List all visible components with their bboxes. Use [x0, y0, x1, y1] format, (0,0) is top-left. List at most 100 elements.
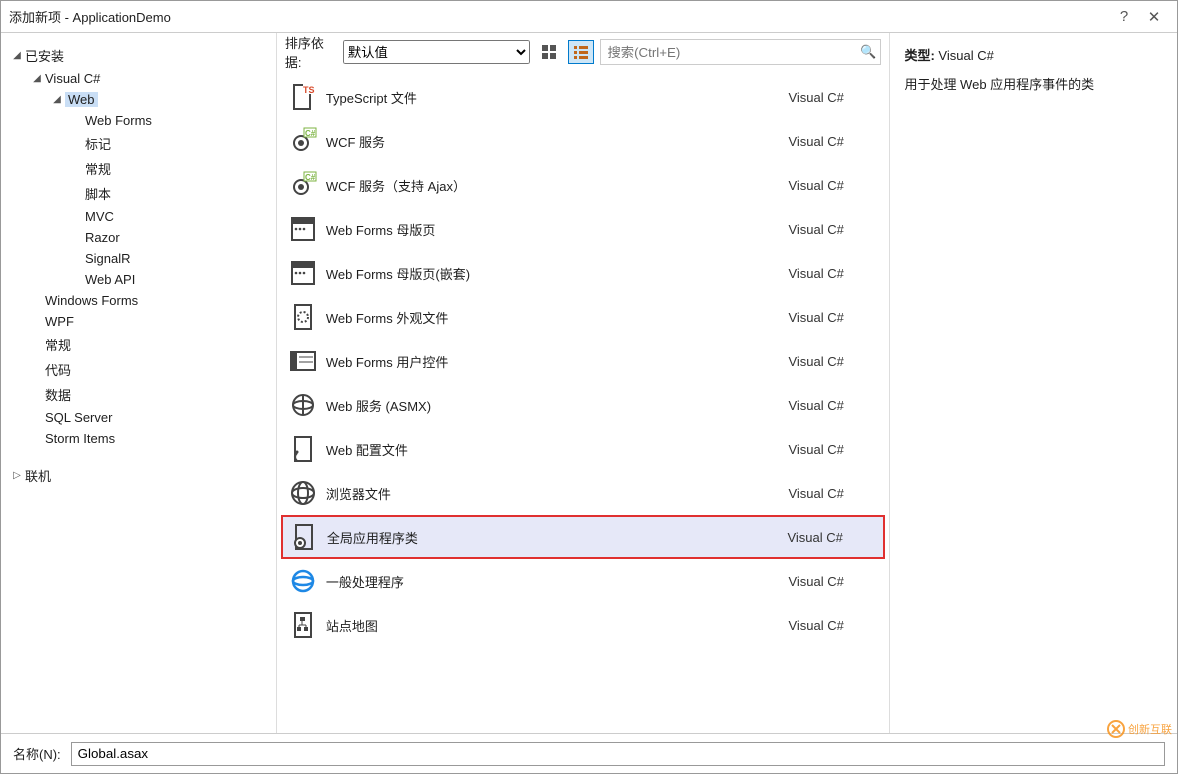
handler-icon — [288, 566, 318, 596]
tree-item[interactable]: Razor — [69, 227, 276, 248]
sort-dropdown[interactable]: 默认值 — [343, 40, 530, 64]
chevron-down-icon: ◢ — [9, 50, 25, 61]
template-language: Visual C# — [788, 266, 878, 281]
watermark: 创新互联 — [1107, 720, 1172, 738]
template-language: Visual C# — [788, 222, 878, 237]
template-language: Visual C# — [788, 486, 878, 501]
tree-item[interactable]: 代码 — [29, 357, 276, 382]
chevron-down-icon: ◢ — [29, 73, 45, 84]
skin-file-icon — [288, 302, 318, 332]
template-item[interactable]: C# WCF 服务Visual C# — [281, 119, 886, 163]
template-name: Web 服务 (ASMX) — [326, 396, 789, 415]
template-name: Web 配置文件 — [326, 440, 789, 459]
tree-item[interactable]: 常规 — [29, 332, 276, 357]
template-item[interactable]: Web Forms 母版页Visual C# — [281, 207, 886, 251]
tree-item[interactable]: WPF — [29, 311, 276, 332]
tree-item[interactable]: 常规 — [69, 156, 276, 181]
template-language: Visual C# — [788, 618, 878, 633]
ts-file-icon: TS — [288, 82, 318, 112]
svg-text:C#: C# — [305, 173, 316, 182]
template-item[interactable]: C#WCF 服务（支持 Ajax）Visual C# — [281, 163, 886, 207]
category-tree[interactable]: ◢ 已安装 ◢ Visual C# ◢ Web Web Forms标记常规脚本M… — [1, 33, 277, 733]
tree-item[interactable]: Windows Forms — [29, 290, 276, 311]
bottom-bar: 名称(N): — [1, 733, 1177, 773]
global-asax-icon — [289, 522, 319, 552]
tree-item[interactable]: Web API — [69, 269, 276, 290]
tree-item[interactable]: 标记 — [69, 131, 276, 156]
template-item[interactable]: Web Forms 用户控件Visual C# — [281, 339, 886, 383]
close-button[interactable]: ✕ — [1139, 8, 1169, 26]
template-item[interactable]: 全局应用程序类Visual C# — [281, 515, 886, 559]
template-language: Visual C# — [788, 574, 878, 589]
svg-text:TS: TS — [303, 85, 315, 95]
template-name: WCF 服务 — [326, 132, 789, 151]
tree-visual-csharp[interactable]: ◢ Visual C# — [29, 68, 276, 89]
chevron-right-icon: ▷ — [9, 470, 25, 481]
template-language: Visual C# — [788, 398, 878, 413]
template-item[interactable]: Web Forms 母版页(嵌套)Visual C# — [281, 251, 886, 295]
template-name: TypeScript 文件 — [326, 88, 789, 107]
tree-item[interactable]: 脚本 — [69, 181, 276, 206]
search-input[interactable] — [605, 44, 860, 61]
template-item[interactable]: 浏览器文件Visual C# — [281, 471, 886, 515]
sitemap-icon — [288, 610, 318, 640]
template-name: Web Forms 母版页(嵌套) — [326, 264, 789, 283]
filename-input[interactable] — [71, 742, 1165, 766]
tree-installed[interactable]: ◢ 已安装 — [9, 43, 276, 68]
template-item[interactable]: Web 配置文件Visual C# — [281, 427, 886, 471]
template-list[interactable]: TSTypeScript 文件Visual C#C#WCF 服务Visual C… — [277, 71, 890, 733]
template-language: Visual C# — [788, 178, 878, 193]
template-language: Visual C# — [788, 134, 878, 149]
master-page-icon — [288, 258, 318, 288]
tree-online[interactable]: ▷ 联机 — [9, 463, 276, 488]
name-label: 名称(N): — [13, 744, 61, 763]
watermark-icon — [1107, 720, 1125, 738]
window-title: 添加新项 - ApplicationDemo — [9, 7, 1109, 26]
view-small-icons-button[interactable] — [568, 40, 594, 64]
template-language: Visual C# — [788, 442, 878, 457]
view-medium-icons-button[interactable] — [536, 40, 562, 64]
template-language: Visual C# — [788, 354, 878, 369]
config-file-icon — [288, 434, 318, 464]
template-name: 全局应用程序类 — [327, 528, 788, 547]
chevron-down-icon: ◢ — [49, 94, 65, 105]
template-item[interactable]: TS TypeScript 文件Visual C# — [281, 75, 886, 119]
search-box[interactable]: 🔍 — [600, 39, 881, 65]
svg-text:C#: C# — [305, 129, 316, 138]
template-name: 浏览器文件 — [326, 484, 789, 503]
toolbar: 排序依据: 默认值 🔍 — [277, 33, 890, 71]
tree-item[interactable]: MVC — [69, 206, 276, 227]
template-language: Visual C# — [788, 90, 878, 105]
template-name: 一般处理程序 — [326, 572, 789, 591]
description-text: 用于处理 Web 应用程序事件的类 — [904, 74, 1163, 93]
search-icon[interactable]: 🔍 — [860, 44, 876, 60]
grid-icon — [541, 44, 557, 60]
list-icon — [573, 44, 589, 60]
help-button[interactable]: ? — [1109, 8, 1139, 25]
template-item[interactable]: Web Forms 外观文件Visual C# — [281, 295, 886, 339]
gear-csharp-icon: C# — [288, 126, 318, 156]
tree-item[interactable]: Web Forms — [69, 110, 276, 131]
master-page-icon — [288, 214, 318, 244]
template-item[interactable]: 站点地图Visual C# — [281, 603, 886, 647]
tree-item[interactable]: 数据 — [29, 382, 276, 407]
template-language: Visual C# — [787, 530, 877, 545]
sort-label: 排序依据: — [285, 33, 337, 71]
tree-web[interactable]: ◢ Web — [49, 89, 276, 110]
tree-item[interactable]: Storm Items — [29, 428, 276, 449]
gear-csharp-icon: C# — [288, 170, 318, 200]
template-name: 站点地图 — [326, 616, 789, 635]
details-panel: 类型: Visual C# 用于处理 Web 应用程序事件的类 — [890, 33, 1177, 733]
template-item[interactable]: Web 服务 (ASMX)Visual C# — [281, 383, 886, 427]
title-bar: 添加新项 - ApplicationDemo ? ✕ — [1, 1, 1177, 33]
template-name: Web Forms 用户控件 — [326, 352, 789, 371]
template-item[interactable]: 一般处理程序Visual C# — [281, 559, 886, 603]
type-value: Visual C# — [938, 48, 993, 63]
browser-file-icon — [288, 478, 318, 508]
tree-item[interactable]: SQL Server — [29, 407, 276, 428]
template-name: Web Forms 外观文件 — [326, 308, 789, 327]
type-label: 类型: — [904, 48, 934, 63]
template-language: Visual C# — [788, 310, 878, 325]
tree-item[interactable]: SignalR — [69, 248, 276, 269]
user-control-icon — [288, 346, 318, 376]
